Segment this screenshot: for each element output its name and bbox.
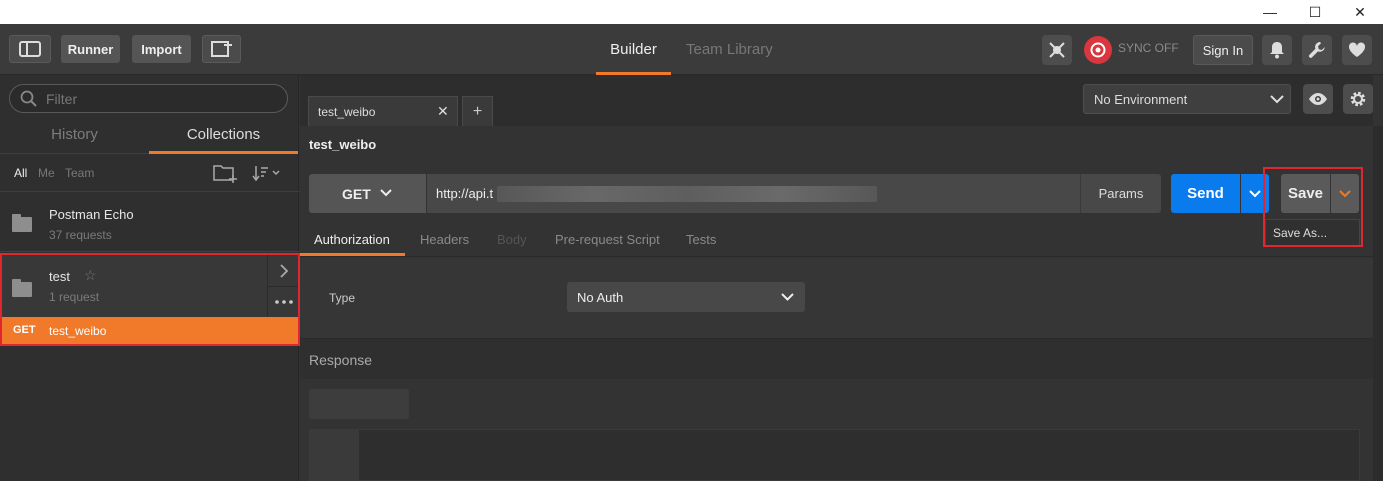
new-collection-button[interactable]	[213, 163, 239, 186]
request-title: test_weibo	[309, 137, 377, 152]
tab-collections[interactable]: Collections	[149, 122, 298, 154]
filter-me[interactable]: Me	[38, 166, 55, 180]
heart-button[interactable]	[1342, 35, 1372, 65]
response-body	[309, 429, 1360, 481]
sidebar-icon	[19, 41, 41, 57]
tab-team-library[interactable]: Team Library	[686, 24, 776, 75]
response-label: Response	[309, 352, 373, 368]
method-select[interactable]: GET	[309, 174, 426, 213]
sync-status-label: SYNC OFF	[1118, 41, 1179, 55]
url-input[interactable]: http://api.t	[427, 174, 1080, 213]
import-button[interactable]: Import	[132, 35, 191, 63]
chevron-down-icon	[380, 189, 392, 197]
auth-type-select[interactable]: No Auth	[567, 282, 805, 312]
chevron-down-icon	[1249, 189, 1261, 197]
divider	[0, 251, 299, 252]
highlight-box	[0, 253, 300, 346]
sort-icon	[252, 166, 280, 182]
sync-icon	[1090, 42, 1106, 58]
request-tab[interactable]: test_weibo ✕	[308, 96, 458, 126]
auth-type-value: No Auth	[577, 290, 624, 305]
settings-button[interactable]	[1302, 35, 1332, 65]
satellite-icon	[1049, 42, 1065, 58]
window-title-bar: — ☐ ✕	[0, 0, 1383, 24]
environment-value: No Environment	[1094, 92, 1188, 107]
environment-select[interactable]: No Environment	[1083, 84, 1291, 114]
top-toolbar: Runner Import Builder Team Library SYNC …	[0, 24, 1383, 75]
params-button[interactable]: Params	[1080, 174, 1161, 213]
response-gutter	[310, 430, 359, 481]
toggle-sidebar-button[interactable]	[9, 35, 51, 63]
add-tab-button[interactable]: +	[462, 96, 493, 126]
request-tab-strip: test_weibo ✕ + No Environment	[300, 75, 1373, 126]
eye-icon	[1309, 93, 1327, 105]
filter-team[interactable]: Team	[65, 166, 94, 180]
scrollbar[interactable]	[1373, 126, 1383, 481]
blurred-url	[497, 186, 877, 202]
search-icon	[20, 90, 37, 107]
tab-body[interactable]: Body	[497, 232, 527, 247]
url-value: http://api.t	[436, 186, 494, 201]
response-header: Response	[300, 338, 1373, 379]
wrench-icon	[1308, 42, 1325, 58]
notifications-button[interactable]	[1262, 35, 1292, 65]
manage-environments-button[interactable]	[1343, 84, 1373, 114]
heart-icon	[1348, 42, 1366, 57]
sidebar: History Collections All Me Team Postman …	[0, 75, 300, 481]
collection-name: Postman Echo	[49, 207, 134, 222]
tab-tests[interactable]: Tests	[686, 232, 716, 247]
chevron-down-icon	[1270, 95, 1284, 104]
folder-icon	[12, 214, 32, 232]
minimize-button[interactable]: —	[1247, 0, 1293, 24]
tab-pre-request-script[interactable]: Pre-request Script	[555, 232, 660, 247]
request-tab-label: test_weibo	[318, 105, 376, 119]
chevron-down-icon	[781, 293, 794, 301]
collection-postman-echo[interactable]: Postman Echo 37 requests	[0, 192, 299, 250]
sync-button[interactable]	[1084, 36, 1112, 64]
gear-icon	[1350, 91, 1366, 107]
main-pane: test_weibo ✕ + No Environment test_weibo…	[300, 75, 1383, 481]
add-folder-icon	[213, 165, 237, 183]
filter-all[interactable]: All	[14, 166, 27, 180]
filter-box	[9, 84, 288, 113]
runner-button[interactable]: Runner	[61, 35, 120, 63]
quick-look-button[interactable]	[1303, 84, 1333, 114]
new-tab-icon	[210, 41, 232, 57]
bell-icon	[1270, 42, 1284, 59]
filter-input[interactable]	[46, 90, 276, 108]
tab-authorization[interactable]: Authorization	[314, 232, 390, 247]
close-window-button[interactable]: ✕	[1337, 0, 1383, 24]
method-value: GET	[342, 186, 371, 202]
send-button[interactable]: Send	[1171, 174, 1240, 213]
tab-builder[interactable]: Builder	[596, 24, 671, 75]
collection-count: 37 requests	[49, 228, 112, 242]
sort-button[interactable]	[252, 164, 282, 185]
response-placeholder-bar	[309, 389, 409, 419]
tab-history[interactable]: History	[0, 122, 149, 154]
sign-in-button[interactable]: Sign In	[1193, 35, 1253, 65]
auth-panel	[300, 258, 1373, 338]
tab-headers[interactable]: Headers	[420, 232, 469, 247]
close-tab-icon[interactable]: ✕	[437, 103, 449, 120]
active-tab-indicator	[300, 253, 405, 256]
interceptor-button[interactable]	[1042, 35, 1072, 65]
new-window-button[interactable]	[202, 35, 241, 63]
maximize-button[interactable]: ☐	[1292, 0, 1338, 24]
auth-type-label: Type	[329, 291, 356, 305]
